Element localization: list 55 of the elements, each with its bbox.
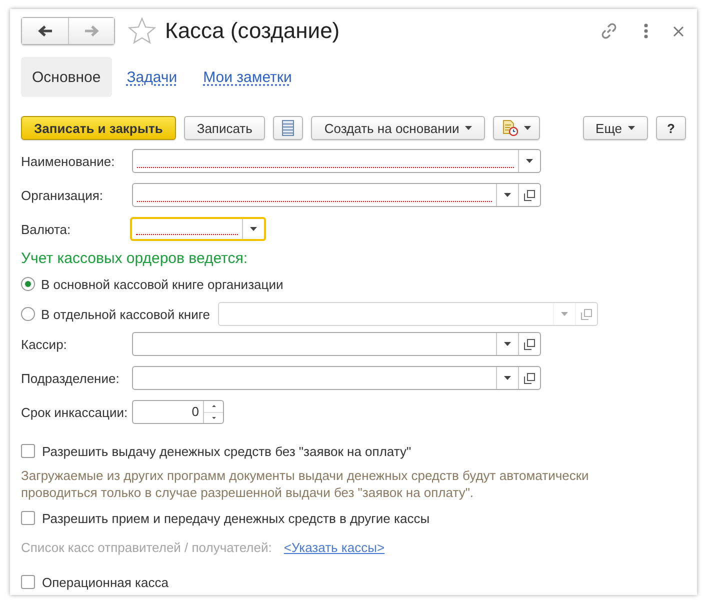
field-label: Кассир: — [21, 336, 68, 352]
close-icon[interactable] — [673, 26, 684, 36]
open-window-icon — [581, 308, 592, 320]
select-field[interactable] — [132, 149, 541, 173]
more-icon[interactable] — [643, 23, 649, 39]
save-button[interactable]: Записать — [184, 116, 266, 140]
field-label: Валюта: — [21, 222, 72, 236]
caret-icon — [504, 342, 511, 346]
caret-icon — [504, 376, 511, 380]
field-label: Срок инкассации: — [21, 404, 129, 420]
tab[interactable]: Задачи — [116, 57, 188, 97]
star-icon[interactable] — [127, 17, 157, 45]
list-icon — [282, 120, 294, 136]
report-menu-button[interactable] — [493, 116, 540, 140]
caret-icon — [628, 126, 635, 130]
caret-icon — [465, 126, 472, 130]
window-title: Касса (создание) — [165, 18, 340, 44]
open-window-icon — [524, 372, 535, 384]
select-field[interactable] — [132, 183, 541, 207]
save-and-close-button[interactable]: Записать и закрыть — [21, 116, 176, 140]
document-clock-icon — [502, 120, 518, 136]
hint-text: Загружаемые из других программ документы выдачи денежных средств будут автоматически проводиться только в случае разрешенной выдачи без "заявок на оплату". — [21, 467, 590, 501]
spin-buttons[interactable] — [203, 401, 223, 423]
number-field[interactable]: 0 — [132, 400, 224, 424]
open-window-icon — [524, 338, 535, 350]
help-button[interactable]: ? — [656, 116, 686, 140]
field-label: Организация: — [21, 188, 104, 202]
tab[interactable]: Основное — [21, 57, 112, 97]
section-heading: Учет кассовых ордеров ведется: — [21, 250, 249, 267]
caret-icon — [526, 159, 533, 163]
radio-button[interactable]: В основной кассовой книге организации — [21, 276, 284, 292]
back-button[interactable] — [22, 18, 68, 44]
right-arrow-icon — [84, 25, 100, 37]
link-icon[interactable] — [599, 21, 619, 41]
field-label: Подразделение: — [21, 370, 120, 386]
select-field[interactable] — [132, 332, 541, 356]
more-button[interactable]: Еще — [582, 116, 648, 140]
radio-button[interactable]: В отдельной кассовой книге — [21, 306, 210, 322]
checkbox-option[interactable]: Операционная касса — [21, 573, 686, 591]
list-button[interactable] — [273, 116, 304, 140]
tab[interactable]: Мои заметки — [192, 57, 303, 97]
checkbox-option[interactable]: Разрешить выдачу денежных средств без "заявок на оплату" — [21, 442, 686, 460]
specify-link[interactable]: <Указать кассы> — [284, 540, 385, 555]
left-arrow-icon — [37, 25, 53, 37]
caret-icon — [250, 227, 257, 231]
create-based-on-button[interactable]: Создать на основании — [311, 116, 486, 140]
select-field[interactable] — [130, 217, 266, 241]
list-label: Список касс отправителей / получателей: — [21, 540, 272, 555]
caret-icon — [561, 312, 568, 316]
select-field[interactable] — [132, 366, 541, 390]
open-window-icon — [524, 190, 535, 200]
field-label: Наименование: — [21, 154, 116, 168]
caret-icon — [524, 126, 532, 130]
checkbox-option[interactable]: Разрешить прием и передачу денежных средств в другие кассы — [21, 509, 686, 527]
caret-icon — [504, 193, 511, 197]
